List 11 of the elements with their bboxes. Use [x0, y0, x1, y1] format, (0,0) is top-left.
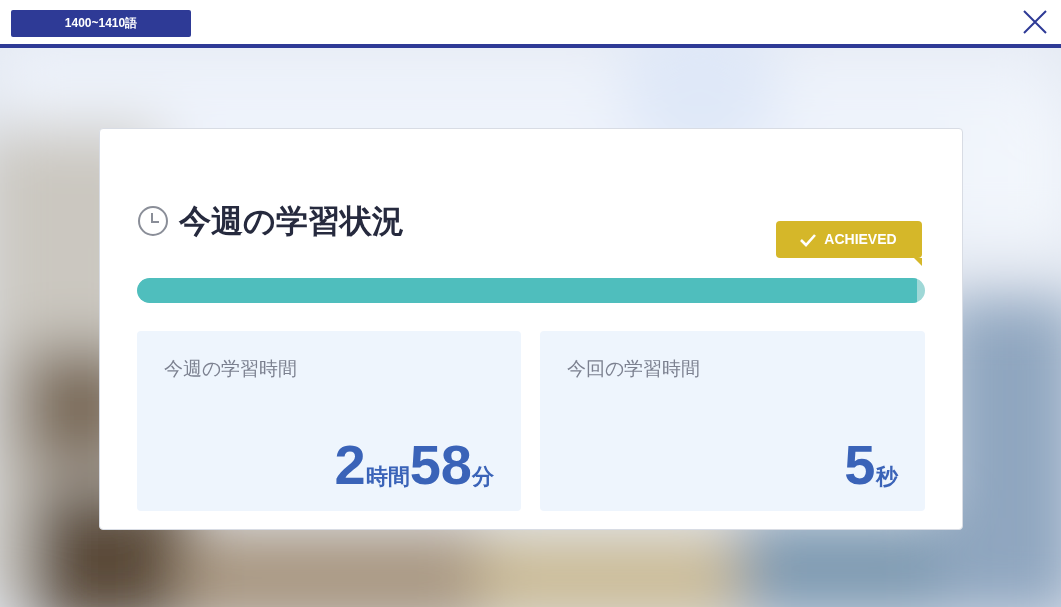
stat-value: 2時間58分: [334, 437, 494, 493]
range-label: 1400~1410語: [11, 9, 191, 37]
clock-icon: [136, 205, 169, 237]
check-icon: [800, 232, 817, 247]
stat-value: 5秒: [844, 437, 898, 493]
stat-label: 今回の学習時間: [567, 357, 701, 381]
close-button[interactable]: [1021, 8, 1049, 36]
stat-label: 今週の学習時間: [163, 357, 298, 381]
close-icon: [1023, 10, 1047, 34]
card-title: 今週の学習状況: [178, 205, 404, 237]
badge-label: ACHIEVED: [824, 230, 897, 249]
